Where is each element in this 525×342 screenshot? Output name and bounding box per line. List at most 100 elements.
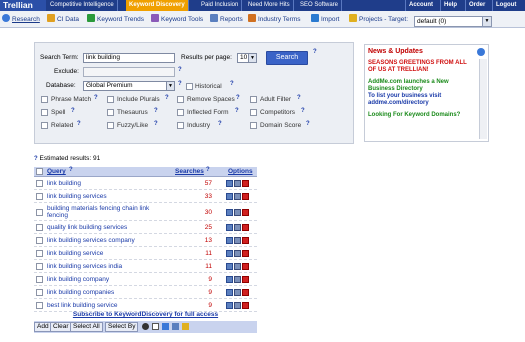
select-by-button[interactable]: Select By <box>105 322 139 332</box>
add-icon[interactable] <box>234 263 241 270</box>
related-checkbox[interactable] <box>41 122 48 129</box>
row-checkbox[interactable] <box>36 224 43 231</box>
database-select[interactable]: Global Premium ▼ <box>83 81 175 91</box>
project-target-select[interactable]: default (0) ▼ <box>414 16 492 27</box>
row-checkbox[interactable] <box>36 180 43 187</box>
nav-need-more-hits[interactable]: Need More Hits <box>245 0 294 11</box>
toolbar-industry-terms[interactable]: Industry Terms <box>248 14 301 25</box>
add-icon[interactable] <box>234 180 241 187</box>
row-checkbox[interactable] <box>36 250 43 257</box>
add-icon[interactable] <box>234 209 241 216</box>
document-icon[interactable] <box>152 323 159 330</box>
query-link[interactable]: link building services company <box>47 237 135 244</box>
folder-icon[interactable] <box>182 323 189 330</box>
row-checkbox[interactable] <box>36 263 43 270</box>
add-icon[interactable] <box>234 302 241 309</box>
subscribe-link[interactable]: Subscribe to KeywordDiscovery for full a… <box>34 311 257 318</box>
search-button[interactable]: Search <box>266 51 308 65</box>
help-icon[interactable]: ? <box>230 81 234 87</box>
delete-icon[interactable] <box>242 263 249 270</box>
chart-icon[interactable] <box>226 193 233 200</box>
adult-filter-checkbox[interactable] <box>250 96 257 103</box>
query-link[interactable]: link building service <box>47 250 103 257</box>
query-link[interactable]: link building company <box>47 276 109 283</box>
toolbar-reports[interactable]: Reports <box>210 14 243 25</box>
help-icon[interactable]: ? <box>34 156 38 162</box>
help-icon[interactable]: ? <box>306 121 310 127</box>
select-all-button[interactable]: Select All <box>70 322 103 332</box>
delete-icon[interactable] <box>242 302 249 309</box>
add-icon[interactable] <box>234 276 241 283</box>
query-link[interactable]: best link building service <box>47 302 117 309</box>
help-icon[interactable]: ? <box>313 49 317 55</box>
thesaurus-checkbox[interactable] <box>107 109 114 116</box>
trellian-logo[interactable]: Trellian <box>0 0 46 11</box>
chart-icon[interactable] <box>226 209 233 216</box>
query-link[interactable]: link building companies <box>47 289 114 296</box>
historical-checkbox[interactable] <box>186 83 193 90</box>
help-icon[interactable]: ? <box>218 121 222 127</box>
query-link[interactable]: building materials fencing chain link fe… <box>47 205 167 219</box>
chart-icon[interactable] <box>226 250 233 257</box>
help-icon[interactable]: ? <box>235 108 239 114</box>
delete-icon[interactable] <box>242 180 249 187</box>
exclude-input[interactable] <box>83 67 175 77</box>
help-icon[interactable]: ? <box>69 167 73 173</box>
help-icon[interactable]: ? <box>165 95 169 101</box>
help-link[interactable]: Help <box>440 0 460 11</box>
row-checkbox[interactable] <box>36 276 43 283</box>
remove-spaces-checkbox[interactable] <box>177 96 184 103</box>
help-icon[interactable]: ? <box>297 95 301 101</box>
toolbar-research[interactable]: Research <box>2 14 40 25</box>
add-icon[interactable] <box>234 224 241 231</box>
add-icon[interactable] <box>234 237 241 244</box>
add-button[interactable]: Add <box>34 322 52 332</box>
row-checkbox[interactable] <box>36 209 43 216</box>
delete-icon[interactable] <box>242 289 249 296</box>
delete-icon[interactable] <box>242 237 249 244</box>
export-icon[interactable] <box>162 323 169 330</box>
delete-icon[interactable] <box>242 209 249 216</box>
order-link[interactable]: Order <box>465 0 488 11</box>
select-all-checkbox[interactable] <box>36 168 43 175</box>
search-term-input[interactable]: link building <box>83 53 175 63</box>
toolbar-keyword-tools[interactable]: Keyword Tools <box>151 14 203 25</box>
help-icon[interactable]: ? <box>301 108 305 114</box>
toolbar-projects[interactable]: Projects - Target: <box>349 14 408 25</box>
logout-link[interactable]: Logout <box>492 0 519 11</box>
save-icon[interactable] <box>172 323 179 330</box>
nav-paid-inclusion[interactable]: Paid Inclusion <box>198 0 243 11</box>
delete-icon[interactable] <box>242 250 249 257</box>
delete-icon[interactable] <box>242 193 249 200</box>
chart-icon[interactable] <box>226 237 233 244</box>
toolbar-keyword-trends[interactable]: Keyword Trends <box>87 14 144 25</box>
query-link[interactable]: link building <box>47 180 81 187</box>
chart-icon[interactable] <box>226 224 233 231</box>
help-icon[interactable]: ? <box>206 167 210 173</box>
row-checkbox[interactable] <box>36 289 43 296</box>
query-link[interactable]: link building services <box>47 193 107 200</box>
help-icon[interactable]: ? <box>94 95 98 101</box>
add-icon[interactable] <box>234 250 241 257</box>
chart-icon[interactable] <box>226 302 233 309</box>
news-item-addme[interactable]: AddMe.com launches a New Business Direct… <box>368 79 476 93</box>
inflected-form-checkbox[interactable] <box>177 109 184 116</box>
competitors-checkbox[interactable] <box>250 109 257 116</box>
nav-seo-software[interactable]: SEO Software <box>297 0 343 11</box>
toolbar-ci-data[interactable]: CI Data <box>47 14 79 25</box>
row-checkbox[interactable] <box>36 193 43 200</box>
news-scrollbar[interactable] <box>479 59 487 139</box>
delete-icon[interactable] <box>242 276 249 283</box>
add-icon[interactable] <box>234 289 241 296</box>
query-link[interactable]: quality link building services <box>47 224 127 231</box>
row-checkbox[interactable] <box>36 237 43 244</box>
help-icon[interactable]: ? <box>236 95 240 101</box>
help-icon[interactable]: ? <box>154 121 158 127</box>
news-item-directory[interactable]: To list your business visit addme.com/di… <box>368 93 476 107</box>
spell-checkbox[interactable] <box>41 109 48 116</box>
column-options[interactable]: Options <box>228 168 253 175</box>
help-icon[interactable]: ? <box>71 108 75 114</box>
include-plurals-checkbox[interactable] <box>107 96 114 103</box>
chart-icon[interactable] <box>226 180 233 187</box>
add-icon[interactable] <box>234 193 241 200</box>
